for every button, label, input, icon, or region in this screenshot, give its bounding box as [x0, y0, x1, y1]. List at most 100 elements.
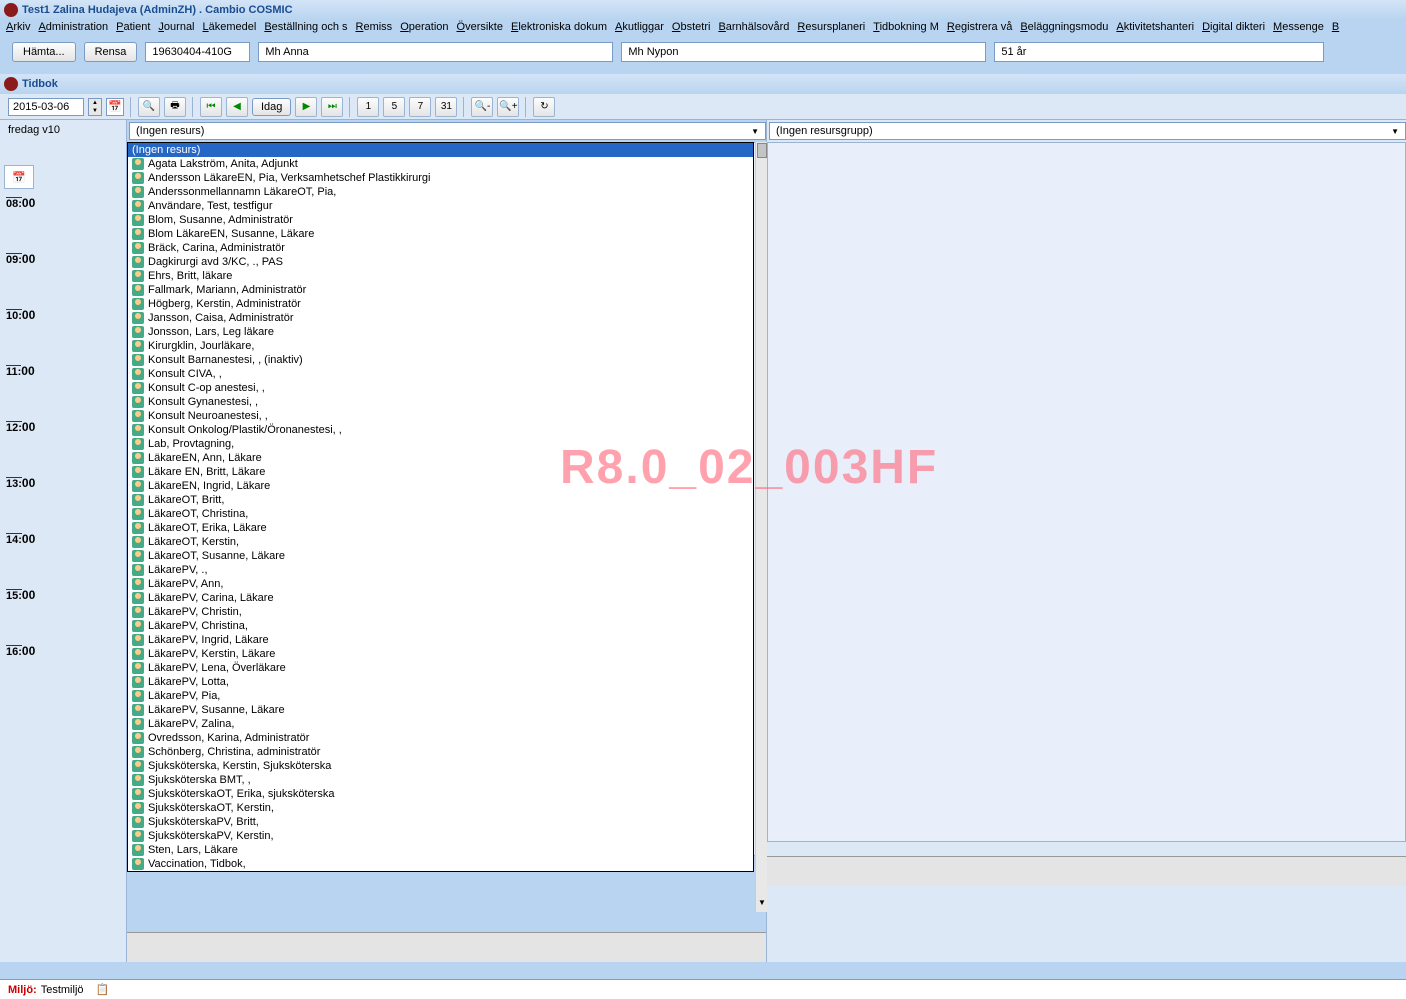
dropdown-option[interactable]: Fallmark, Mariann, Administratör [128, 283, 753, 297]
scrollbar-thumb[interactable] [757, 143, 767, 158]
dropdown-option[interactable]: SjuksköterskaOT, Kerstin, [128, 801, 753, 815]
dropdown-option[interactable]: LäkarePV, Zalina, [128, 717, 753, 731]
dropdown-option[interactable]: Sjuksköterska BMT, , [128, 773, 753, 787]
dropdown-option[interactable]: Konsult C-op anestesi, , [128, 381, 753, 395]
dropdown-option[interactable]: LäkarePV, Susanne, Läkare [128, 703, 753, 717]
dropdown-option[interactable]: LäkareOT, Britt, [128, 493, 753, 507]
dropdown-option[interactable]: Konsult CIVA, , [128, 367, 753, 381]
today-button[interactable]: Idag [252, 98, 291, 116]
dropdown-option[interactable]: Blom LäkareEN, Susanne, Läkare [128, 227, 753, 241]
dropdown-option[interactable]: SjuksköterskaPV, Kerstin, [128, 829, 753, 843]
menu-item[interactable]: Läkemedel [201, 20, 259, 38]
dropdown-option[interactable]: LäkarePV, Christina, [128, 619, 753, 633]
patient-lastname-field[interactable]: Mh Nypon [621, 42, 986, 62]
clear-button[interactable]: Rensa [84, 42, 138, 62]
scroll-down-icon[interactable]: ▼ [756, 898, 768, 912]
patient-id-field[interactable]: 19630404-410G [145, 42, 250, 62]
next-button[interactable]: ▶ [295, 97, 317, 117]
menu-item[interactable]: Operation [398, 20, 450, 38]
dropdown-option[interactable]: LäkarePV, Christin, [128, 605, 753, 619]
prev-button[interactable]: ◀ [226, 97, 248, 117]
dropdown-option[interactable]: Anderssonmellannamn LäkareOT, Pia, [128, 185, 753, 199]
patient-firstname-field[interactable]: Mh Anna [258, 42, 613, 62]
menu-item[interactable]: Översikte [455, 20, 505, 38]
dropdown-option[interactable]: Konsult Gynanestesi, , [128, 395, 753, 409]
dropdown-option[interactable]: LäkarePV, Ann, [128, 577, 753, 591]
print-icon[interactable]: 🖶 [164, 97, 186, 117]
fetch-button[interactable]: Hämta... [12, 42, 76, 62]
view-31-button[interactable]: 31 [435, 97, 457, 117]
dropdown-option[interactable]: SjuksköterskaPV, Britt, [128, 815, 753, 829]
menu-item[interactable]: Patient [114, 20, 152, 38]
dropdown-option-selected[interactable]: (Ingen resurs) [128, 143, 753, 157]
menu-item[interactable]: Arkiv [4, 20, 32, 38]
dropdown-option[interactable]: Läkare EN, Britt, Läkare [128, 465, 753, 479]
view-1-button[interactable]: 1 [357, 97, 379, 117]
view-7-button[interactable]: 7 [409, 97, 431, 117]
menu-item[interactable]: Registrera vå [945, 20, 1014, 38]
zoom-out-icon[interactable]: 🔍- [471, 97, 493, 117]
menu-item[interactable]: Administration [36, 20, 110, 38]
dropdown-option[interactable]: LäkareEN, Ingrid, Läkare [128, 479, 753, 493]
dropdown-option[interactable]: LäkarePV, Carina, Läkare [128, 591, 753, 605]
dropdown-option[interactable]: Konsult Onkolog/Plastik/Öronanestesi, , [128, 423, 753, 437]
resource-group-combo[interactable]: (Ingen resursgrupp) ▼ [769, 122, 1406, 140]
menu-item[interactable]: Akutliggar [613, 20, 666, 38]
dropdown-option[interactable]: Ovredsson, Karina, Administratör [128, 731, 753, 745]
last-button[interactable]: ⏭ [321, 97, 343, 117]
menu-item[interactable]: Resursplaneri [795, 20, 867, 38]
dropdown-option[interactable]: Lab, Provtagning, [128, 437, 753, 451]
menu-item[interactable]: Journal [156, 20, 196, 38]
calendar-icon[interactable]: 📅 [106, 98, 124, 116]
dropdown-option[interactable]: LäkarePV, Kerstin, Läkare [128, 647, 753, 661]
dropdown-option[interactable]: LäkarePV, Lena, Överläkare [128, 661, 753, 675]
date-field[interactable]: 2015-03-06 [8, 98, 84, 116]
menu-item[interactable]: Messenge [1271, 20, 1326, 38]
dropdown-option[interactable]: LäkareEN, Ann, Läkare [128, 451, 753, 465]
menu-item[interactable]: Digital dikteri [1200, 20, 1267, 38]
mini-calendar-icon[interactable]: 📅 [4, 165, 34, 189]
dropdown-option[interactable]: LäkarePV, ., [128, 563, 753, 577]
dropdown-option[interactable]: LäkarePV, Ingrid, Läkare [128, 633, 753, 647]
dropdown-option[interactable]: Bräck, Carina, Administratör [128, 241, 753, 255]
dropdown-option[interactable]: Jansson, Caisa, Administratör [128, 311, 753, 325]
binoculars-icon[interactable]: 🔍 [138, 97, 160, 117]
resource-combo[interactable]: (Ingen resurs) ▼ [129, 122, 766, 140]
dropdown-option[interactable]: Vaccination, Tidbok, [128, 857, 753, 871]
dropdown-option[interactable]: Schönberg, Christina, administratör [128, 745, 753, 759]
dropdown-option[interactable]: Användare, Test, testfigur [128, 199, 753, 213]
dropdown-option[interactable]: LäkarePV, Pia, [128, 689, 753, 703]
dropdown-option[interactable]: Jonsson, Lars, Leg läkare [128, 325, 753, 339]
first-button[interactable]: ⏮ [200, 97, 222, 117]
date-spinner[interactable]: ▲▼ [88, 98, 102, 116]
dropdown-option[interactable]: LäkareOT, Christina, [128, 507, 753, 521]
dropdown-option[interactable]: Konsult Neuroanestesi, , [128, 409, 753, 423]
menu-item[interactable]: B [1330, 20, 1341, 38]
menu-item[interactable]: Obstetri [670, 20, 713, 38]
dropdown-option[interactable]: Blom, Susanne, Administratör [128, 213, 753, 227]
menu-item[interactable]: Aktivitetshanteri [1114, 20, 1196, 38]
dropdown-option[interactable]: LäkareOT, Susanne, Läkare [128, 549, 753, 563]
dropdown-option[interactable]: Ehrs, Britt, läkare [128, 269, 753, 283]
dropdown-option[interactable]: Högberg, Kerstin, Administratör [128, 297, 753, 311]
dropdown-option[interactable]: SjuksköterskaOT, Erika, sjuksköterska [128, 787, 753, 801]
dropdown-option[interactable]: Kirurgklin, Jourläkare, [128, 339, 753, 353]
patient-age-field[interactable]: 51 år [994, 42, 1324, 62]
dropdown-option[interactable]: Sjuksköterska, Kerstin, Sjuksköterska [128, 759, 753, 773]
calendar-grid-right[interactable] [767, 142, 1406, 842]
dropdown-option[interactable]: Konsult Barnanestesi, , (inaktiv) [128, 353, 753, 367]
dropdown-option[interactable]: LäkareOT, Kerstin, [128, 535, 753, 549]
zoom-in-icon[interactable]: 🔍+ [497, 97, 519, 117]
menu-item[interactable]: Elektroniska dokum [509, 20, 609, 38]
dropdown-option[interactable]: Dagkirurgi avd 3/KC, ., PAS [128, 255, 753, 269]
dropdown-option[interactable]: LäkarePV, Lotta, [128, 675, 753, 689]
menu-item[interactable]: Tidbokning M [871, 20, 941, 38]
menu-item[interactable]: Remiss [354, 20, 395, 38]
dropdown-option[interactable]: Andersson LäkareEN, Pia, Verksamhetschef… [128, 171, 753, 185]
dropdown-option[interactable]: LäkareOT, Erika, Läkare [128, 521, 753, 535]
view-5-button[interactable]: 5 [383, 97, 405, 117]
menu-item[interactable]: Beställning och s [262, 20, 349, 38]
refresh-icon[interactable]: ↻ [533, 97, 555, 117]
menu-item[interactable]: Beläggningsmodu [1018, 20, 1110, 38]
dropdown-option[interactable]: Sten, Lars, Läkare [128, 843, 753, 857]
